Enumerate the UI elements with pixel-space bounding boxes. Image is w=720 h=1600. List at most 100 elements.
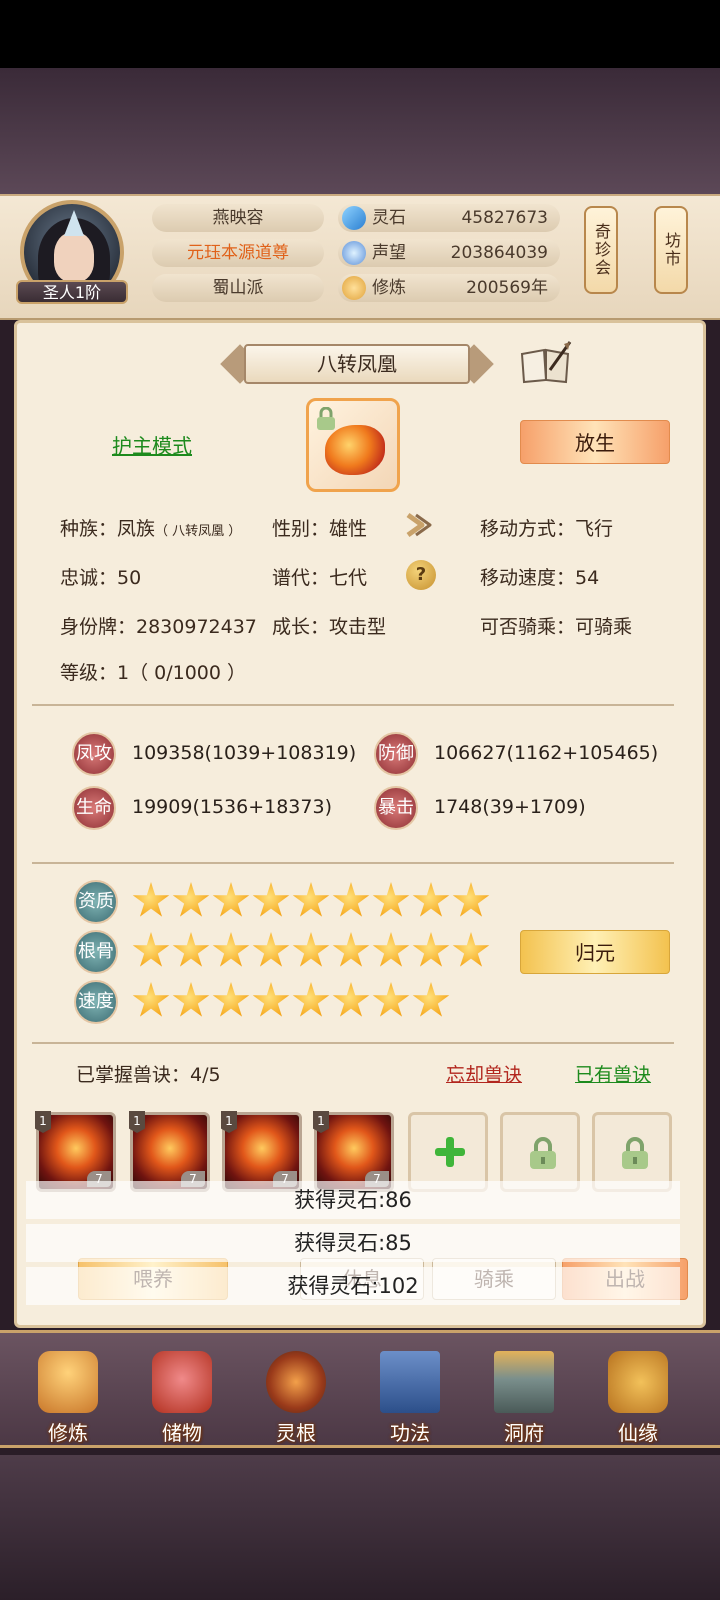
star-icon xyxy=(172,982,210,1017)
move-speed-info: 移动速度：54 xyxy=(480,567,600,589)
resource-prestige: 声望 203864039 xyxy=(338,239,560,267)
divider xyxy=(32,862,674,864)
race-sub: （ 八转凤凰 ） xyxy=(155,524,242,539)
speed-stars xyxy=(132,982,452,1022)
rideable-info: 可否骑乘：可骑乘 xyxy=(480,616,633,638)
locked-skill-slot[interactable] xyxy=(500,1112,580,1192)
resource-value: 45827673 xyxy=(461,208,548,228)
skill-level: 1 xyxy=(221,1111,237,1133)
crit-badge: 暴击 xyxy=(374,786,418,830)
player-sect: 蜀山派 xyxy=(152,274,324,302)
release-button[interactable]: 放生 xyxy=(520,420,670,464)
resource-name: 声望 xyxy=(372,243,406,263)
add-skill-slot[interactable] xyxy=(408,1112,488,1192)
reward-toast: 获得灵石:86 xyxy=(26,1181,680,1219)
star-icon xyxy=(252,882,290,917)
pet-name: 八转凤凰 xyxy=(244,344,470,384)
star-icon xyxy=(412,932,450,967)
skill-slot[interactable]: 1 7 xyxy=(313,1111,394,1192)
star-icon xyxy=(452,882,490,917)
skill-level: 1 xyxy=(313,1111,329,1133)
monk-icon xyxy=(38,1351,98,1413)
mastered-skills-label: 已掌握兽诀：4/5 xyxy=(76,1064,221,1086)
star-icon xyxy=(132,882,170,917)
skill-slot[interactable]: 1 7 xyxy=(35,1111,116,1192)
return-origin-button[interactable]: 归元 xyxy=(520,930,670,974)
star-icon xyxy=(412,982,450,1017)
star-icon xyxy=(332,932,370,967)
reward-toast: 获得灵石:85 xyxy=(26,1224,680,1262)
star-icon xyxy=(332,882,370,917)
hp-value: 19909(1536+18373) xyxy=(132,796,332,818)
help-icon[interactable]: ? xyxy=(406,560,436,590)
resource-name: 灵石 xyxy=(372,208,406,228)
scripture-book-icon xyxy=(380,1351,440,1413)
loyalty-info: 忠诚：50 xyxy=(60,567,142,589)
prestige-icon xyxy=(342,241,366,265)
bone-badge: 根骨 xyxy=(74,930,118,974)
star-icon xyxy=(172,882,210,917)
nav-cave[interactable]: 洞府 xyxy=(474,1347,574,1447)
player-name: 燕映容 xyxy=(152,204,324,232)
nav-spirit-root[interactable]: 灵根 xyxy=(246,1347,346,1447)
star-icon xyxy=(212,982,250,1017)
nav-label: 修炼 xyxy=(48,1421,88,1445)
nav-storage[interactable]: 储物 xyxy=(132,1347,232,1447)
pet-name-banner: 八转凤凰 xyxy=(220,344,494,384)
defense-badge: 防御 xyxy=(374,732,418,776)
gourd-icon xyxy=(608,1351,668,1413)
star-icon xyxy=(172,932,210,967)
resource-value: 203864039 xyxy=(450,243,548,263)
star-icon xyxy=(292,932,330,967)
id-tag-info: 身份牌：2830972437 xyxy=(60,616,257,638)
nav-fate[interactable]: 仙缘 xyxy=(588,1347,688,1447)
top-background xyxy=(0,68,720,194)
reward-toast: 获得灵石:102 xyxy=(26,1267,680,1305)
pet-portrait[interactable] xyxy=(306,398,400,492)
lock-icon xyxy=(622,1137,648,1169)
star-icon xyxy=(372,882,410,917)
move-type-info: 移动方式：飞行 xyxy=(480,518,614,540)
generation-info: 谱代：七代 xyxy=(272,567,368,589)
star-icon xyxy=(292,882,330,917)
nav-label: 功法 xyxy=(390,1421,430,1445)
skill-slot[interactable]: 1 7 xyxy=(129,1111,210,1192)
skill-level: 1 xyxy=(35,1111,51,1133)
attack-value: 109358(1039+108319) xyxy=(132,742,357,764)
star-icon xyxy=(412,882,450,917)
aptitude-badge: 资质 xyxy=(74,880,118,924)
resource-value: 200569年 xyxy=(466,278,548,298)
star-icon xyxy=(132,932,170,967)
speed-badge: 速度 xyxy=(74,980,118,1024)
bone-stars xyxy=(132,932,492,972)
bag-icon xyxy=(152,1351,212,1413)
lock-icon xyxy=(317,407,335,430)
growth-info: 成长：攻击型 xyxy=(272,616,387,638)
star-icon xyxy=(372,932,410,967)
resource-name: 修炼 xyxy=(372,278,406,298)
guard-mode-link[interactable]: 护主模式 xyxy=(112,430,192,459)
book-quill-icon[interactable] xyxy=(520,340,572,384)
divider xyxy=(32,1042,674,1044)
gender-swap-icon[interactable] xyxy=(404,511,436,539)
bottom-background xyxy=(0,1455,720,1600)
spirit-root-icon xyxy=(266,1351,326,1413)
nav-cultivate[interactable]: 修炼 xyxy=(18,1347,118,1447)
nav-label: 仙缘 xyxy=(618,1421,658,1445)
phoenix-image xyxy=(325,425,385,475)
skill-slot[interactable]: 1 7 xyxy=(221,1111,302,1192)
star-icon xyxy=(452,932,490,967)
nav-techniques[interactable]: 功法 xyxy=(360,1347,460,1447)
star-icon xyxy=(212,882,250,917)
resource-cultivation: 修炼 200569年 xyxy=(338,274,560,302)
treasure-fair-button[interactable]: 奇珍会 xyxy=(584,206,618,294)
status-bar xyxy=(0,0,720,68)
market-button[interactable]: 坊市 xyxy=(654,206,688,294)
race-label: 种族：凤族 xyxy=(60,518,156,540)
nav-label: 储物 xyxy=(162,1421,202,1445)
locked-skill-slot[interactable] xyxy=(592,1112,672,1192)
resource-spirit-stone: 灵石 45827673 xyxy=(338,204,560,232)
owned-skills-link[interactable]: 已有兽诀 xyxy=(575,1060,651,1087)
player-title: 元珏本源道尊 xyxy=(152,239,324,267)
forget-skill-link[interactable]: 忘却兽诀 xyxy=(446,1060,522,1087)
